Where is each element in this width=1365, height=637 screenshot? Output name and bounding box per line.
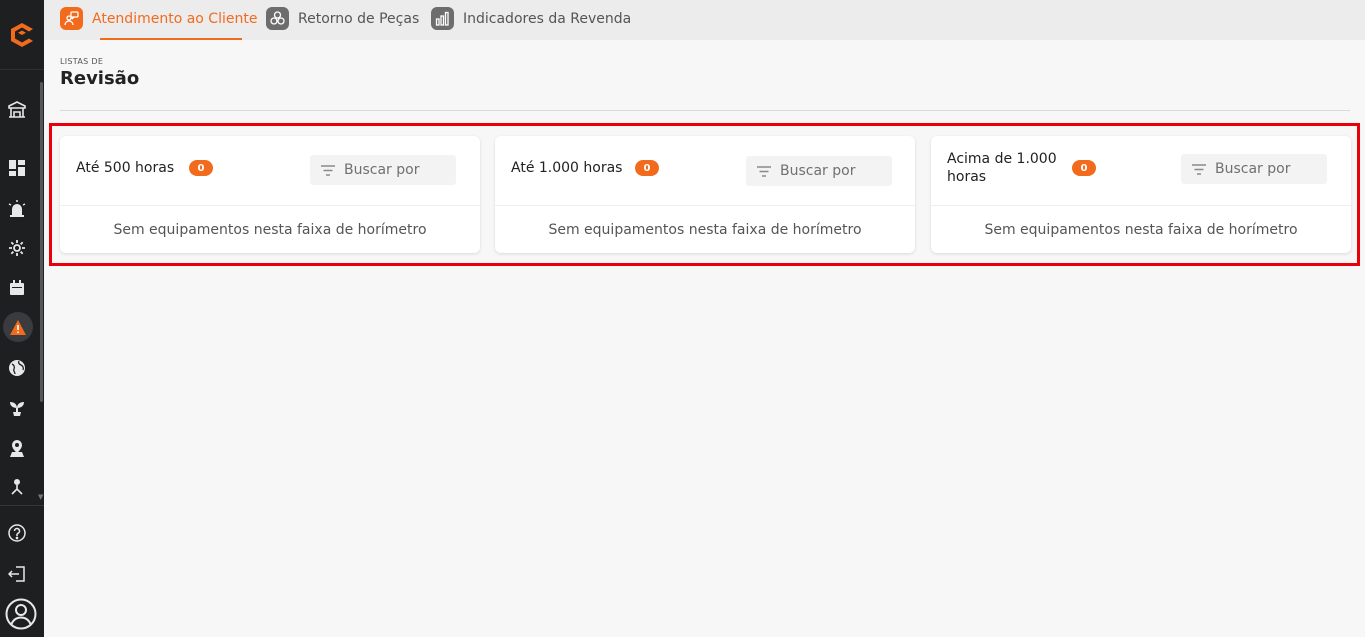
- count-badge: 0: [635, 160, 659, 176]
- card-header: Acima de 1.000 horas 0: [931, 136, 1351, 206]
- app-logo[interactable]: [0, 0, 44, 70]
- empty-message: Sem equipamentos nesta faixa de horímetr…: [113, 221, 427, 238]
- tab-retorno-de-pecas[interactable]: Retorno de Peças: [266, 7, 419, 40]
- settings-gear-icon[interactable]: [6, 237, 28, 259]
- count-badge: 0: [1072, 160, 1096, 176]
- sidebar-scrollbar[interactable]: [40, 82, 43, 402]
- card-ate-500-horas: Até 500 horas 0 Sem equipamentos nesta f…: [60, 136, 480, 253]
- card-acima-de-1000-horas: Acima de 1.000 horas 0 Sem equipamentos …: [931, 136, 1351, 253]
- active-tab-indicator: [100, 38, 242, 40]
- search-input[interactable]: [344, 162, 454, 178]
- tab-indicadores-da-revenda[interactable]: Indicadores da Revenda: [431, 7, 631, 40]
- dealership-icon[interactable]: [6, 98, 28, 120]
- customer-chat-icon: [60, 7, 83, 30]
- card-title: Acima de 1.000 horas: [947, 151, 1057, 185]
- scroll-down-caret-icon[interactable]: ▼: [38, 493, 43, 501]
- warning-icon[interactable]: [3, 312, 33, 342]
- sidebar: ▼: [0, 0, 44, 637]
- search-input[interactable]: [1215, 161, 1325, 177]
- search-field[interactable]: [1181, 154, 1327, 184]
- bar-chart-icon: [431, 7, 454, 30]
- top-tabs-bar: Atendimento ao Cliente Retorno de Peças …: [44, 0, 1365, 40]
- search-field[interactable]: [746, 156, 892, 186]
- card-header: Até 1.000 horas 0: [495, 136, 915, 206]
- location-pin-icon[interactable]: [6, 437, 28, 459]
- empty-message: Sem equipamentos nesta faixa de horímetr…: [548, 221, 862, 238]
- card-ate-1000-horas: Até 1.000 horas 0 Sem equipamentos nesta…: [495, 136, 915, 253]
- card-header: Até 500 horas 0: [60, 136, 480, 206]
- filter-icon: [756, 165, 772, 177]
- sidebar-divider: [0, 505, 44, 506]
- organization-icon[interactable]: [6, 476, 28, 498]
- dashboard-icon[interactable]: [6, 157, 28, 179]
- header-divider: [60, 110, 1350, 111]
- parts-return-icon: [266, 7, 289, 30]
- search-input[interactable]: [780, 163, 890, 179]
- user-avatar-icon[interactable]: [5, 598, 37, 630]
- logout-icon[interactable]: [6, 563, 28, 585]
- alarm-icon[interactable]: [6, 197, 28, 219]
- help-icon[interactable]: [6, 522, 28, 544]
- card-title: Até 500 horas: [76, 160, 175, 176]
- calendar-icon[interactable]: [6, 277, 28, 299]
- card-title: Até 1.000 horas: [511, 160, 623, 176]
- tab-label: Indicadores da Revenda: [463, 11, 632, 27]
- plant-icon[interactable]: [6, 397, 28, 419]
- search-field[interactable]: [310, 155, 456, 185]
- count-badge: 0: [189, 160, 213, 176]
- filter-icon: [1191, 163, 1207, 175]
- tab-label: Atendimento ao Cliente: [92, 11, 258, 27]
- tab-atendimento-ao-cliente[interactable]: Atendimento ao Cliente: [60, 7, 257, 40]
- page-title: Revisão: [60, 68, 140, 89]
- filter-icon: [320, 164, 336, 176]
- empty-message: Sem equipamentos nesta faixa de horímetr…: [984, 221, 1298, 238]
- globe-icon[interactable]: [6, 357, 28, 379]
- page-eyebrow: LISTAS DE: [60, 57, 104, 66]
- tab-label: Retorno de Peças: [298, 11, 420, 27]
